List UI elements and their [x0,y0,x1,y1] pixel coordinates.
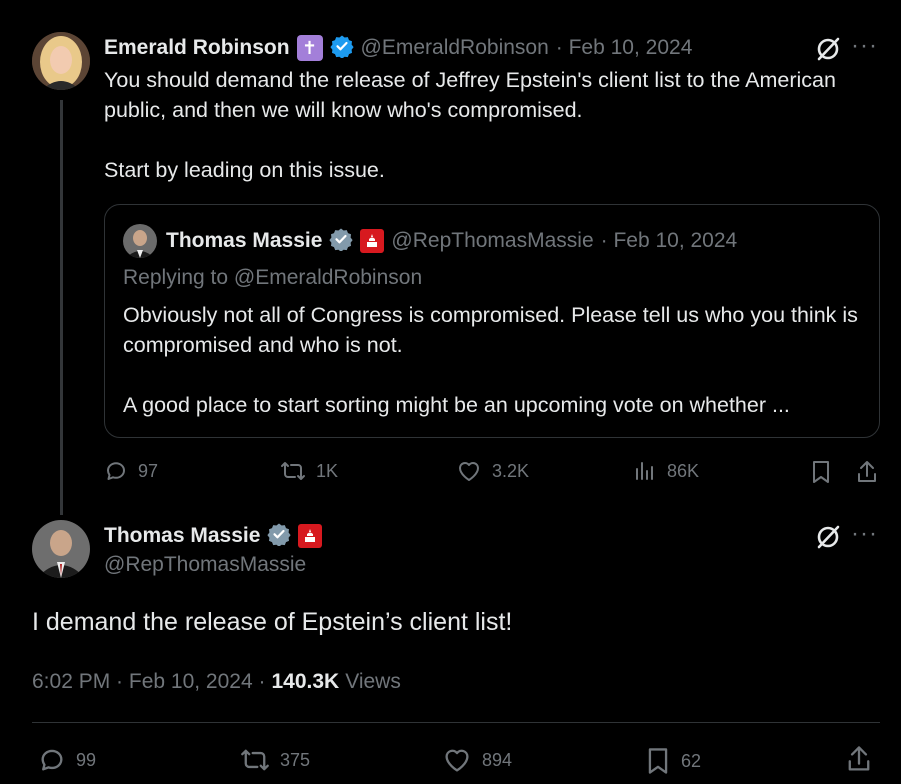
bookmark-count: 62 [681,750,702,771]
grok-icon[interactable] [815,36,841,67]
share-icon [858,461,876,482]
author-handle[interactable]: @EmeraldRobinson [361,36,549,60]
more-options-icon[interactable]: ··· [851,32,878,60]
reply-button[interactable]: 99 [38,746,96,774]
bookmark-icon [648,748,668,774]
like-count: 3.2K [492,460,530,481]
bookmark-button[interactable] [810,459,832,485]
like-button[interactable]: 3.2K [456,459,529,483]
tweet-header: Thomas Massie [104,522,323,551]
heart-icon [459,462,479,481]
repost-count: 375 [280,749,311,770]
thread-connector-line [60,100,63,515]
author-name[interactable]: Emerald Robinson [104,36,290,60]
share-button[interactable] [855,459,879,485]
reply-button[interactable]: 97 [104,459,158,483]
views-total: 140.3K [271,670,340,693]
bookmark-icon [813,461,829,483]
author-name[interactable]: Thomas Massie [104,524,260,548]
tweet-date[interactable]: · Feb 10, 2024 [556,36,693,60]
replying-to: Replying to @EmeraldRobinson [123,266,423,289]
tweet-text: I demand the release of Epstein’s client… [32,608,513,636]
share-icon [848,746,870,771]
grok-icon[interactable] [815,524,841,555]
repost-icon [281,462,305,480]
divider [32,722,880,723]
views-label: Views [345,670,401,693]
analytics-icon [636,462,653,480]
reply-count: 97 [138,460,159,481]
avatar-thomas-massie[interactable] [32,520,90,578]
quoted-tweet-header: Thomas Massie @RepThomasMassie · Feb 10,… [166,227,737,255]
capitol-icon [298,524,323,548]
views-count: 86K [667,460,700,481]
verified-badge-icon [329,34,354,63]
author-handle[interactable]: @RepThomasMassie [104,553,306,577]
reply-icon [41,749,63,771]
repost-icon [241,749,269,771]
quoted-tweet-text: Obviously not all of Congress is comprom… [123,303,858,417]
share-button[interactable] [845,744,873,774]
tweet-timestamp[interactable]: 6:02 PM · Feb 10, 2024 · [32,670,265,694]
reply-icon [107,462,125,480]
views-button[interactable]: 86K [633,459,699,483]
repost-button[interactable]: 1K [280,459,338,483]
repost-count: 1K [316,460,339,481]
cross-icon: ✝ [296,35,323,61]
more-options-icon[interactable]: ··· [851,520,878,548]
gray-verified-badge-icon [267,522,292,551]
tweet-text: You should demand the release of Jeffrey… [104,68,836,182]
like-count: 894 [482,749,513,770]
like-button[interactable]: 894 [442,746,512,774]
repost-button[interactable]: 375 [240,746,310,774]
tweet-header: Emerald Robinson ✝ @EmeraldRobinson · Fe… [104,34,692,62]
tweet-meta: 6:02 PM · Feb 10, 2024 · 140.3K Views [32,670,401,694]
gray-verified-badge-icon [329,227,354,256]
quoted-author-name[interactable]: Thomas Massie [166,229,322,253]
avatar-emerald-robinson[interactable] [32,32,90,90]
reply-count: 99 [76,749,97,770]
avatar-thomas-massie-small[interactable] [123,224,157,258]
bookmark-button[interactable]: 62 [645,746,701,776]
capitol-icon [360,229,385,253]
quoted-author-handle[interactable]: @RepThomasMassie [391,229,593,253]
quoted-tweet-date[interactable]: · Feb 10, 2024 [601,229,738,253]
heart-icon [445,749,469,772]
